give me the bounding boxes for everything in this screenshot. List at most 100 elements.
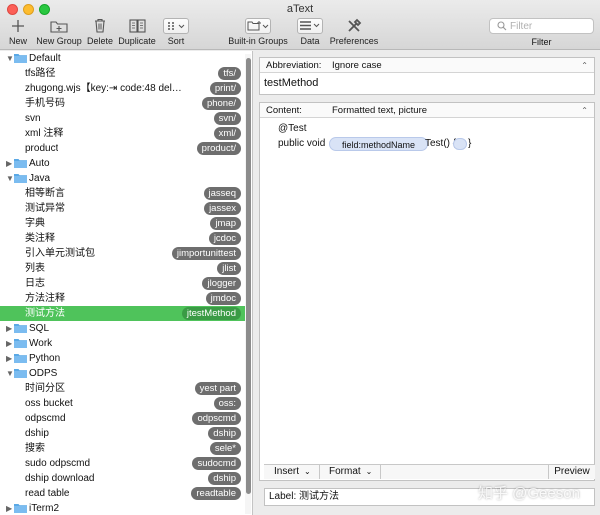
- snippet-row[interactable]: 时间分区 yest part: [0, 381, 245, 396]
- disclosure-open-icon[interactable]: ▼: [6, 171, 14, 186]
- snippet-row[interactable]: 类注释 jcdoc: [0, 231, 245, 246]
- format-menu-button[interactable]: Format ⌄: [321, 465, 381, 479]
- snippet-sidebar[interactable]: ▼ Default tfs路径 tfs/zhugong.wjs【key:⇥ code:…: [0, 51, 253, 515]
- snippet-row[interactable]: 字典 jmap: [0, 216, 245, 231]
- folder-icon: [14, 54, 27, 63]
- disclosure-closed-icon[interactable]: ▶: [6, 336, 12, 351]
- disclosure-closed-icon[interactable]: ▶: [6, 321, 12, 336]
- snippet-row[interactable]: 引入单元测试包 jimportunittest: [0, 246, 245, 261]
- snippet-name: 字典: [25, 218, 45, 229]
- folder-plus-menu-icon: [247, 21, 269, 31]
- disclosure-open-icon[interactable]: ▼: [6, 51, 14, 66]
- abbreviation-input[interactable]: testMethod: [264, 77, 318, 89]
- label-field-value[interactable]: 测试方法: [299, 491, 339, 502]
- content-editor[interactable]: @Test public void field:methodName Test(…: [260, 119, 594, 464]
- content-header[interactable]: Content: Formatted text, picture ⌃: [260, 103, 594, 118]
- snippet-abbreviation-badge: xml/: [213, 127, 241, 140]
- group-name: ODPS: [29, 368, 58, 379]
- code-line-signature-prefix: public void: [278, 138, 326, 149]
- snippet-row[interactable]: dship download dship: [0, 471, 245, 486]
- sidebar-group-sql[interactable]: ▶ SQL: [0, 321, 245, 336]
- snippet-row[interactable]: tfs路径 tfs/: [0, 66, 245, 81]
- snippet-abbreviation-badge: yest part: [194, 382, 241, 395]
- disclosure-open-icon[interactable]: ▼: [6, 366, 14, 381]
- snippet-abbreviation-badge: dship: [208, 472, 241, 485]
- window-title: aText: [286, 3, 314, 15]
- abbreviation-label: Abbreviation:: [266, 60, 322, 71]
- data-button[interactable]: Data: [296, 17, 324, 46]
- chevron-down-icon: ⌄: [365, 467, 373, 476]
- insert-menu-button[interactable]: Insert ⌄: [264, 465, 320, 479]
- snippet-name: 方法注释: [25, 293, 65, 304]
- sidebar-group-work[interactable]: ▶ Work: [0, 336, 245, 351]
- new-group-button[interactable]: New Group: [36, 17, 82, 46]
- snippet-name: 类注释: [25, 233, 55, 244]
- abbreviation-panel: Abbreviation: Ignore case ⌃ testMethod: [259, 57, 595, 95]
- snippet-row[interactable]: 测试异常 jassex: [0, 201, 245, 216]
- snippet-abbreviation-badge: jcdoc: [208, 232, 241, 245]
- filter-search-input[interactable]: Filter: [489, 18, 594, 34]
- snippet-name: xml 注释: [25, 128, 64, 139]
- abbreviation-header[interactable]: Abbreviation: Ignore case ⌃: [260, 58, 594, 73]
- preview-button[interactable]: Preview: [548, 465, 595, 479]
- snippet-abbreviation-badge: jmap: [210, 217, 241, 230]
- zhihu-watermark: 知乎 @Geeson: [478, 485, 580, 502]
- sidebar-group-auto[interactable]: ▶ Auto: [0, 156, 245, 171]
- sidebar-group-default[interactable]: ▼ Default: [0, 51, 245, 66]
- cursor-position-token[interactable]: [453, 138, 467, 150]
- snippet-row[interactable]: 搜索 sele*: [0, 441, 245, 456]
- snippet-row[interactable]: oss bucket oss:: [0, 396, 245, 411]
- snippet-row[interactable]: 手机号码 phone/: [0, 96, 245, 111]
- snippet-row[interactable]: 测试方法 jtestMethod: [0, 306, 245, 321]
- snippet-abbreviation-badge: dship: [208, 427, 241, 440]
- snippet-row[interactable]: 相等断言 jasseq: [0, 186, 245, 201]
- snippet-abbreviation-badge: jlist: [217, 262, 241, 275]
- folder-icon: [14, 159, 27, 168]
- disclosure-closed-icon[interactable]: ▶: [6, 351, 12, 366]
- new-button[interactable]: New: [6, 17, 30, 46]
- snippet-row[interactable]: read table readtable: [0, 486, 245, 501]
- sidebar-group-java[interactable]: ▼ Java: [0, 171, 245, 186]
- snippet-row[interactable]: sudo odpscmd sudocmd: [0, 456, 245, 471]
- code-line-signature-suffix: Test() {: [425, 138, 457, 149]
- snippet-row[interactable]: dship dship: [0, 426, 245, 441]
- snippet-name: 测试方法: [25, 308, 65, 319]
- snippet-row[interactable]: product product/: [0, 141, 245, 156]
- sidebar-group-iterm2[interactable]: ▶ iTerm2: [0, 501, 245, 515]
- preferences-button[interactable]: Preferences: [330, 17, 378, 46]
- snippet-abbreviation-badge: product/: [196, 142, 241, 155]
- snippet-row[interactable]: odpscmd odpscmd: [0, 411, 245, 426]
- group-name: Default: [29, 53, 61, 64]
- snippet-row[interactable]: 日志 jlogger: [0, 276, 245, 291]
- snippet-row[interactable]: 方法注释 jmdoc: [0, 291, 245, 306]
- duplicate-button[interactable]: Duplicate: [118, 17, 156, 46]
- snippet-abbreviation-badge: phone/: [201, 97, 241, 110]
- snippet-row[interactable]: zhugong.wjs【key:⇥ code:48 delay:0.5… prin…: [0, 81, 245, 96]
- title-bar: aText New New Group Delete Duplicate Sor…: [0, 0, 600, 50]
- disclosure-closed-icon[interactable]: ▶: [6, 156, 12, 171]
- disclosure-closed-icon[interactable]: ▶: [6, 501, 12, 515]
- snippet-row[interactable]: 列表 jlist: [0, 261, 245, 276]
- snippet-row[interactable]: svn svn/: [0, 111, 245, 126]
- snippet-name: tfs路径: [25, 68, 56, 79]
- snippet-name: odpscmd: [25, 413, 66, 424]
- sidebar-group-odps[interactable]: ▼ ODPS: [0, 366, 245, 381]
- sidebar-group-python[interactable]: ▶ Python: [0, 351, 245, 366]
- snippet-row[interactable]: xml 注释 xml/: [0, 126, 245, 141]
- abbreviation-mode-select[interactable]: Ignore case: [332, 58, 382, 73]
- snippet-name: read table: [25, 488, 70, 499]
- builtin-groups-button[interactable]: Built-in Groups: [226, 17, 290, 46]
- content-type-select[interactable]: Formatted text, picture: [332, 103, 427, 118]
- sidebar-scroll-thumb[interactable]: [246, 58, 251, 494]
- snippet-name: product: [25, 143, 59, 154]
- group-name: Java: [29, 173, 51, 184]
- plus-icon: [12, 19, 24, 32]
- sort-button[interactable]: Sort: [162, 17, 190, 46]
- snippet-abbreviation-badge: oss:: [213, 397, 241, 410]
- snippet-name: 引入单元测试包: [25, 248, 95, 259]
- field-methodname-token[interactable]: field:methodName: [329, 137, 429, 151]
- folder-icon: [14, 504, 27, 513]
- delete-button[interactable]: Delete: [86, 17, 114, 46]
- duplicate-icon: [128, 18, 146, 33]
- sidebar-scrollbar[interactable]: [245, 54, 251, 514]
